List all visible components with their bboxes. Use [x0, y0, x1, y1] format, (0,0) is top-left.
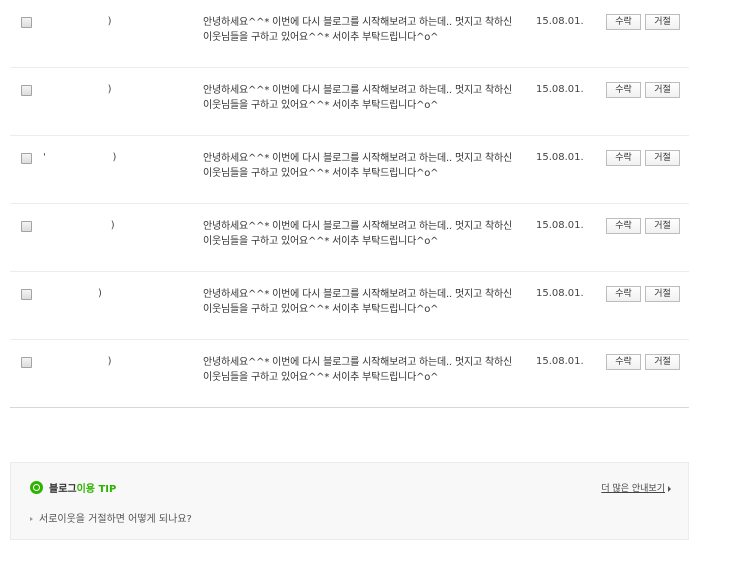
requester-name: ): [44, 356, 112, 367]
accept-button[interactable]: 수락: [606, 150, 641, 166]
requester-name: ): [44, 288, 102, 299]
request-message: 안녕하세요^^* 이번에 다시 블로그를 시작해보려고 하는데.. 멋지고 착하…: [203, 153, 512, 179]
reject-button[interactable]: 거절: [645, 150, 680, 166]
reject-button[interactable]: 거절: [645, 14, 680, 30]
tip-header: 블로그이용 TIP: [30, 479, 116, 495]
select-checkbox[interactable]: [21, 221, 32, 232]
request-row: ) 안녕하세요^^* 이번에 다시 블로그를 시작해보려고 하는데.. 멋지고 …: [10, 204, 689, 272]
accept-button[interactable]: 수락: [606, 218, 641, 234]
request-message: 안녕하세요^^* 이번에 다시 블로그를 시작해보려고 하는데.. 멋지고 착하…: [203, 289, 512, 315]
tip-title-usage: 이용 TIP: [76, 483, 117, 495]
request-row: ) 안녕하세요^^* 이번에 다시 블로그를 시작해보려고 하는데.. 멋지고 …: [10, 272, 689, 340]
tip-title: 블로그이용 TIP: [49, 480, 116, 495]
request-message: 안녕하세요^^* 이번에 다시 블로그를 시작해보려고 하는데.. 멋지고 착하…: [203, 357, 512, 383]
requester-name: ): [44, 220, 115, 231]
more-guide-label[interactable]: 더 많은 안내보기: [601, 484, 665, 494]
requester-name: ' ): [43, 152, 117, 163]
tip-question-link[interactable]: 서로이웃을 거절하면 어떻게 되나요?: [30, 510, 192, 525]
reject-button[interactable]: 거절: [645, 354, 680, 370]
request-date: 15.08.01.: [536, 16, 584, 27]
request-date: 15.08.01.: [536, 152, 584, 163]
request-row: ) 안녕하세요^^* 이번에 다시 블로그를 시작해보려고 하는데.. 멋지고 …: [10, 68, 689, 136]
accept-button[interactable]: 수락: [606, 14, 641, 30]
request-row: ) 안녕하세요^^* 이번에 다시 블로그를 시작해보려고 하는데.. 멋지고 …: [10, 340, 689, 408]
request-date: 15.08.01.: [536, 288, 584, 299]
reject-button[interactable]: 거절: [645, 286, 680, 302]
tip-question-text[interactable]: 서로이웃을 거절하면 어떻게 되나요?: [39, 514, 192, 525]
tip-title-blog: 블로그: [49, 483, 77, 495]
requester-name: ): [44, 16, 112, 27]
blog-tip-box: 블로그이용 TIP 더 많은 안내보기 서로이웃을 거절하면 어떻게 되나요?: [10, 462, 689, 540]
more-guide-link[interactable]: 더 많은 안내보기: [601, 481, 671, 494]
request-date: 15.08.01.: [536, 220, 584, 231]
select-checkbox[interactable]: [21, 17, 32, 28]
select-checkbox[interactable]: [21, 153, 32, 164]
request-row: ' ) 안녕하세요^^* 이번에 다시 블로그를 시작해보려고 하는데.. 멋지…: [10, 136, 689, 204]
accept-button[interactable]: 수락: [606, 354, 641, 370]
request-row: ) 안녕하세요^^* 이번에 다시 블로그를 시작해보려고 하는데.. 멋지고 …: [10, 0, 689, 68]
request-message: 안녕하세요^^* 이번에 다시 블로그를 시작해보려고 하는데.. 멋지고 착하…: [203, 85, 512, 111]
request-date: 15.08.01.: [536, 356, 584, 367]
arrow-right-icon: [668, 485, 671, 492]
request-message: 안녕하세요^^* 이번에 다시 블로그를 시작해보려고 하는데.. 멋지고 착하…: [203, 221, 512, 247]
location-pin-icon: [30, 480, 43, 494]
select-checkbox[interactable]: [21, 85, 32, 96]
neighbor-request-list: ) 안녕하세요^^* 이번에 다시 블로그를 시작해보려고 하는데.. 멋지고 …: [10, 0, 689, 408]
select-checkbox[interactable]: [21, 357, 32, 368]
reject-button[interactable]: 거절: [645, 218, 680, 234]
requester-name: ): [44, 84, 112, 95]
accept-button[interactable]: 수락: [606, 286, 641, 302]
request-date: 15.08.01.: [536, 84, 584, 95]
bullet-arrow-icon: [30, 517, 33, 521]
accept-button[interactable]: 수락: [606, 82, 641, 98]
request-message: 안녕하세요^^* 이번에 다시 블로그를 시작해보려고 하는데.. 멋지고 착하…: [203, 17, 512, 43]
reject-button[interactable]: 거절: [645, 82, 680, 98]
select-checkbox[interactable]: [21, 289, 32, 300]
